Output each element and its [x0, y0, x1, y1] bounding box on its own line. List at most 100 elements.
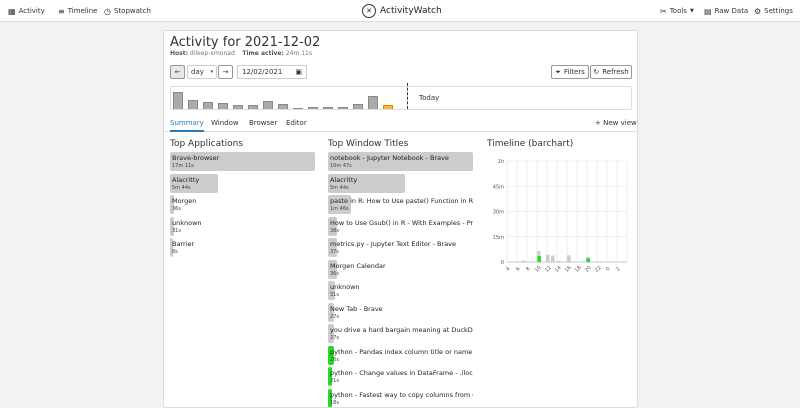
period-select[interactable]: day ▾: [187, 65, 217, 79]
chart-x-tick-label: 6: [515, 266, 521, 272]
title-name: python - Change values in DataFrame - .i…: [330, 369, 473, 377]
title-row[interactable]: you drive a hard bargain meaning at Duck…: [328, 324, 473, 343]
chart-bar: [567, 255, 571, 262]
title-row[interactable]: Alacritty 5m 44s: [328, 173, 473, 193]
title-row[interactable]: python - Fastest way to copy columns fro…: [328, 388, 473, 407]
refresh-button[interactable]: ↻ Refresh: [590, 65, 632, 79]
chart-y-tick-label: 15m: [493, 235, 504, 241]
chart-x-tick-label: 18: [574, 265, 583, 274]
app-name: Morgen: [172, 197, 197, 205]
mini-timeline-bar[interactable]: [293, 108, 303, 109]
title-row[interactable]: Morgen Calendar 36s: [328, 259, 473, 279]
chart-bar: [551, 255, 555, 262]
mini-timeline-bar[interactable]: [173, 92, 183, 109]
tab-editor[interactable]: Editor: [286, 119, 307, 127]
mini-timeline-bar[interactable]: [383, 105, 393, 109]
title-name: paste in R: How to Use paste() Function …: [330, 197, 473, 205]
brand-logo-link[interactable]: ✕ ActivityWatch: [362, 3, 442, 19]
nav-stopwatch[interactable]: ◷ Stopwatch: [104, 5, 151, 17]
nav-raw-data[interactable]: ▤ Raw Data: [704, 5, 748, 17]
mini-timeline-bar[interactable]: [353, 104, 363, 109]
mini-timeline-bar[interactable]: [323, 107, 333, 109]
stopwatch-icon: ◷: [104, 6, 111, 16]
mini-timeline-bar[interactable]: [338, 107, 348, 109]
title-row[interactable]: unknown 31s: [328, 281, 473, 300]
mini-timeline-bar[interactable]: [368, 96, 378, 109]
title-name: Morgen Calendar: [330, 261, 386, 270]
timeline-barchart-title: Timeline (barchart): [487, 139, 574, 149]
app-name: unknown: [172, 218, 202, 227]
mini-timeline-bar[interactable]: [308, 107, 318, 109]
chart-bar: [546, 254, 550, 262]
title-row[interactable]: python - Pandas index column title or na…: [328, 345, 473, 365]
app-name: Brave-browser: [172, 154, 220, 162]
chart-x-tick-label: 2: [615, 266, 621, 272]
title-name: python - Pandas index column title or na…: [330, 347, 473, 356]
title-name: New Tab - Brave: [330, 304, 383, 313]
app-name: Alacritty: [172, 175, 200, 184]
title-duration: 5m 44s: [330, 184, 349, 191]
title-duration: 1m 46s: [330, 206, 349, 212]
chart-x-tick-label: 4: [505, 266, 511, 272]
top-navbar: ▦ Activity ≡ Timeline ◷ Stopwatch ✕ Acti…: [0, 0, 800, 22]
date-input[interactable]: 12/02/2021 ▣: [237, 65, 307, 79]
title-duration: 26s: [330, 356, 339, 363]
mini-timeline-bar[interactable]: [203, 102, 213, 109]
chart-bar: [557, 260, 561, 262]
app-duration: 8s: [172, 249, 178, 255]
next-period-button[interactable]: →: [218, 65, 233, 79]
title-name: How to Use Gsub() in R - With Examples -…: [330, 218, 473, 227]
nav-tools-dropdown[interactable]: ✂ Tools ▼: [660, 5, 694, 17]
chart-x-tick-label: 12: [544, 265, 553, 274]
mini-timeline-bar[interactable]: [263, 101, 273, 109]
filter-icon: ⏷: [555, 67, 561, 76]
tab-window[interactable]: Window: [211, 119, 239, 127]
mini-timeline[interactable]: Today: [170, 83, 632, 110]
title-name: you drive a hard bargain meaning at Duck…: [330, 326, 473, 334]
title-duration: 27s: [330, 335, 339, 341]
title-name: notebook - Jupyter Notebook - Brave: [330, 154, 449, 162]
chart-y-tick-label: 0: [501, 260, 504, 266]
top-apps-title: Top Applications: [170, 139, 244, 149]
app-row[interactable]: Brave-browser 17m 11s: [170, 152, 315, 171]
mini-timeline-bar[interactable]: [278, 104, 288, 109]
nav-timeline[interactable]: ≡ Timeline: [58, 5, 97, 17]
gear-icon: ⚙: [754, 6, 762, 16]
calendar-icon: ▦: [8, 6, 16, 16]
title-row[interactable]: metrics.py - Jupyter Text Editor - Brave…: [328, 238, 473, 257]
app-row[interactable]: unknown 31s: [170, 216, 315, 236]
app-row[interactable]: Barrier 8s: [170, 238, 315, 257]
title-duration: 21s: [330, 378, 339, 384]
mini-timeline-bar[interactable]: [233, 105, 243, 109]
calendar-picker-icon: ▣: [295, 68, 302, 76]
database-icon: ▤: [704, 6, 712, 16]
nav-activity[interactable]: ▦ Activity: [8, 5, 45, 17]
title-row[interactable]: python - Change values in DataFrame - .i…: [328, 367, 473, 386]
mini-timeline-bar[interactable]: [188, 100, 198, 109]
title-row[interactable]: paste in R: How to Use paste() Function …: [328, 195, 473, 214]
mini-timeline-bar[interactable]: [248, 105, 258, 109]
chart-y-tick-label: 45m: [493, 184, 504, 190]
app-row[interactable]: Alacritty 5m 44s: [170, 173, 315, 193]
prev-period-button[interactable]: ←: [170, 65, 185, 79]
chart-bar: [586, 258, 590, 262]
title-duration: 10m 47s: [330, 163, 352, 169]
tab-browser[interactable]: Browser: [249, 119, 277, 127]
chart-y-tick-label: 1h: [498, 159, 504, 165]
tab-summary[interactable]: Summary: [170, 119, 204, 132]
title-row[interactable]: notebook - Jupyter Notebook - Brave 10m 4…: [328, 152, 473, 171]
title-row[interactable]: New Tab - Brave 27s: [328, 302, 473, 322]
new-view-button[interactable]: + New view: [595, 119, 637, 127]
top-titles-title: Top Window Titles: [328, 139, 409, 149]
arrow-left-icon: ←: [174, 68, 181, 76]
filters-button[interactable]: ⏷ Filters: [551, 65, 589, 79]
app-row[interactable]: Morgen 36s: [170, 195, 315, 214]
title-duration: 38s: [330, 227, 339, 234]
chart-x-tick-label: 22: [594, 265, 603, 274]
nav-settings[interactable]: ⚙ Settings: [754, 5, 793, 17]
mini-timeline-bar[interactable]: [218, 103, 228, 109]
title-row[interactable]: How to Use Gsub() in R - With Examples -…: [328, 216, 473, 236]
refresh-icon: ↻: [593, 68, 600, 76]
activity-card: Activity for 2021-12-02 Host: dileep-xmo…: [163, 30, 638, 408]
arrow-right-icon: →: [222, 68, 229, 76]
